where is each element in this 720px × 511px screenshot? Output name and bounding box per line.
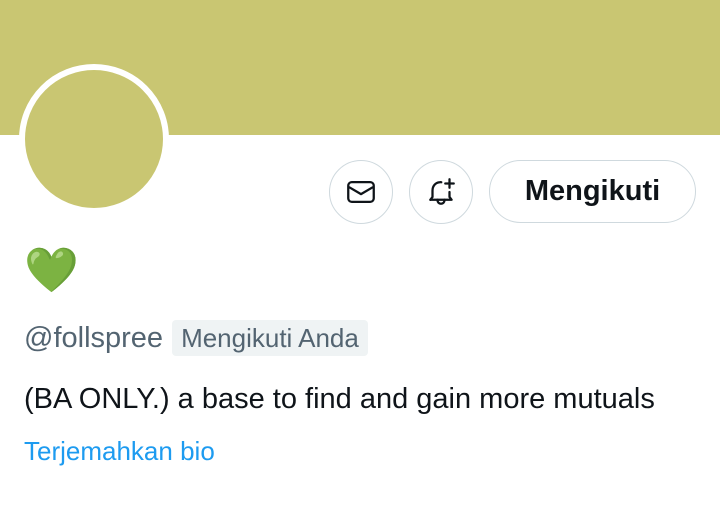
translate-bio-link[interactable]: Terjemahkan bio xyxy=(24,435,215,467)
follows-you-badge: Mengikuti Anda xyxy=(172,320,368,356)
following-button[interactable]: Mengikuti xyxy=(489,160,696,223)
profile-bio: (BA ONLY.) a base to find and gain more … xyxy=(24,383,655,415)
bell-plus-icon xyxy=(429,178,455,205)
profile-handle: @follspree xyxy=(24,321,164,354)
message-button[interactable] xyxy=(329,160,393,224)
display-name: 💚 xyxy=(24,245,79,296)
avatar[interactable] xyxy=(19,64,169,214)
handle-row: @follspree Mengikuti Anda xyxy=(24,318,368,358)
notifications-button[interactable] xyxy=(409,160,473,224)
mail-icon xyxy=(347,180,375,204)
profile-page: Mengikuti 💚 @follspree Mengikuti Anda (B… xyxy=(0,0,720,511)
